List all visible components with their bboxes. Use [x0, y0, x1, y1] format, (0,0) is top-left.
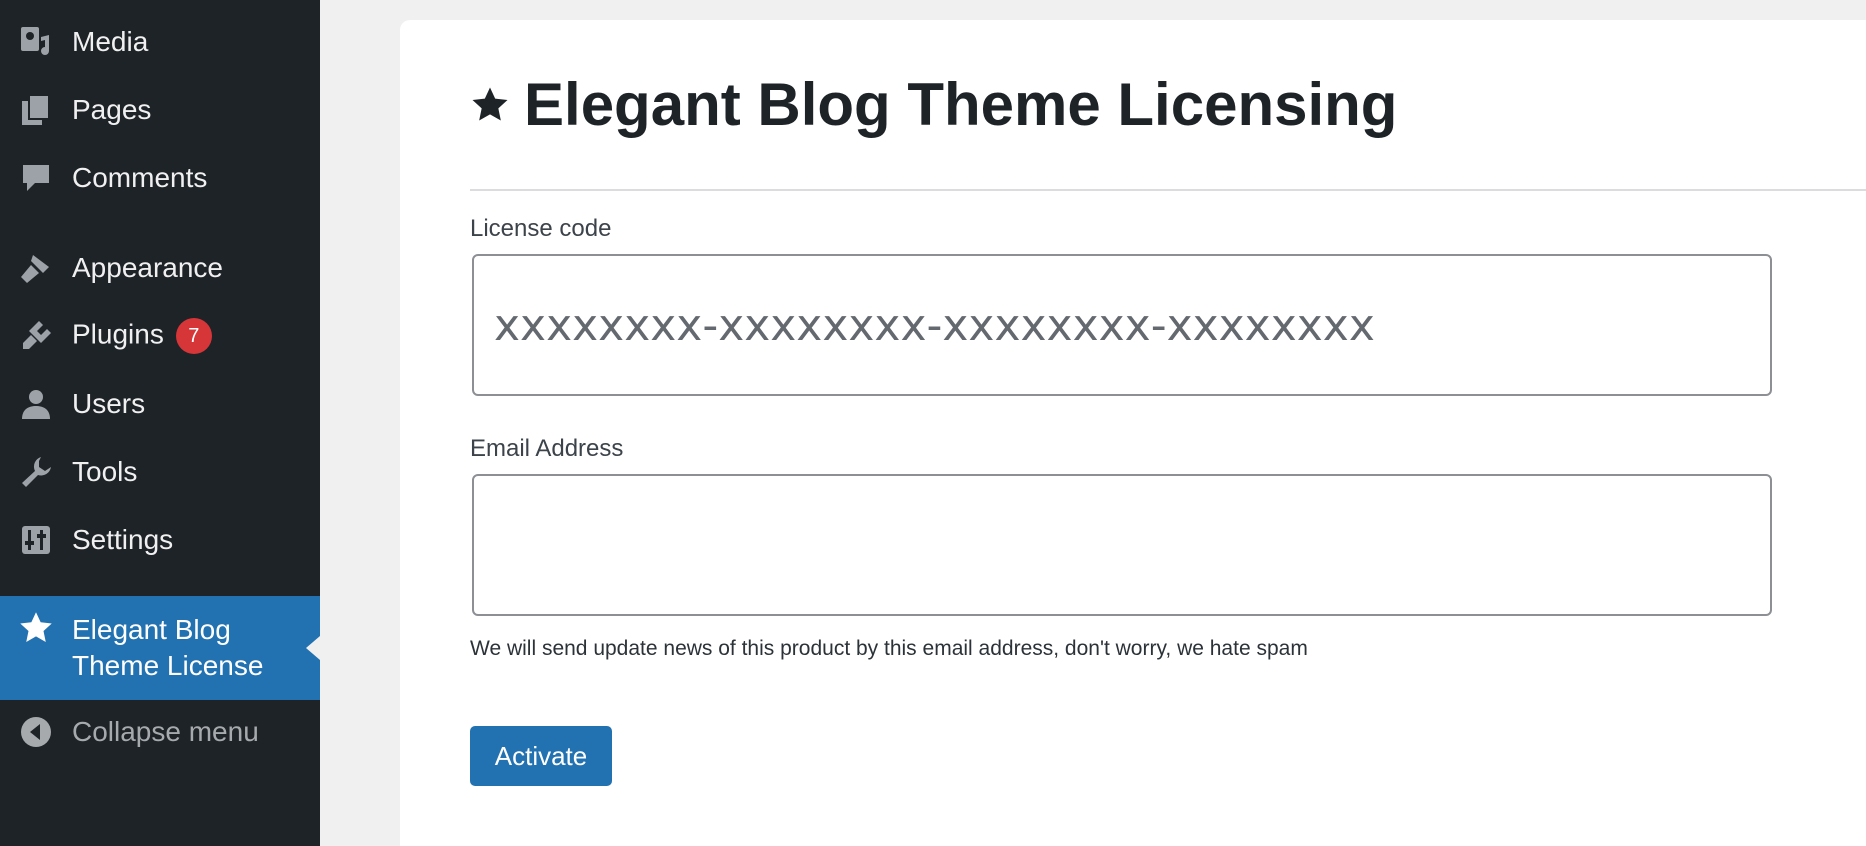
sidebar-item-tools[interactable]: Tools	[0, 442, 320, 502]
page-title-text: Elegant Blog Theme Licensing	[524, 71, 1398, 138]
title-divider	[470, 189, 1866, 191]
sidebar-item-users[interactable]: Users	[0, 374, 320, 434]
collapse-menu-label: Collapse menu	[72, 716, 259, 747]
license-settings-panel: Elegant Blog Theme Licensing License cod…	[400, 20, 1866, 846]
media-icon	[18, 24, 54, 60]
sidebar-item-label: Plugins	[72, 318, 164, 350]
sidebar-item-elegant-blog-theme-license[interactable]: Elegant Blog Theme License	[0, 596, 320, 700]
sidebar-item-pages[interactable]: Pages	[0, 80, 320, 140]
sidebar-item-label: Users	[72, 388, 146, 419]
appearance-brush-icon	[18, 250, 54, 286]
sidebar-item-settings[interactable]: Settings	[0, 510, 320, 570]
sidebar-item-label-line2: Theme License	[72, 650, 264, 681]
sidebar-item-label: Settings	[72, 524, 174, 555]
settings-sliders-icon	[18, 522, 54, 558]
sidebar-item-label: Comments	[72, 162, 208, 193]
sidebar-item-label: Tools	[72, 456, 138, 487]
plugins-icon	[18, 318, 54, 354]
collapse-menu-button[interactable]: Collapse menu	[0, 702, 320, 762]
sidebar-item-plugins[interactable]: Plugins 7	[0, 306, 320, 366]
star-icon	[472, 87, 508, 120]
sidebar-item-appearance[interactable]: Appearance	[0, 238, 320, 298]
sidebar-item-comments[interactable]: Comments	[0, 148, 320, 208]
email-address-label: Email Address	[470, 435, 624, 462]
pages-icon	[18, 92, 54, 128]
activate-button[interactable]: Activate	[470, 726, 612, 786]
page-title: Elegant Blog Theme Licensing	[470, 70, 1397, 139]
comments-icon	[18, 160, 54, 196]
users-icon	[18, 386, 54, 422]
sidebar-item-label: Appearance	[72, 252, 224, 283]
email-hint-text: We will send update news of this product…	[470, 637, 1308, 660]
sidebar-item-media[interactable]: Media	[0, 12, 320, 72]
sidebar-item-label-line1: Elegant Blog	[72, 614, 231, 645]
license-code-input[interactable]	[472, 254, 1772, 396]
current-page-indicator	[306, 636, 320, 660]
update-count-badge: 7	[175, 318, 212, 354]
admin-sidebar: Media Pages Comments Appearance Plugins …	[0, 0, 320, 846]
sidebar-item-label: Media	[72, 26, 149, 57]
sidebar-item-label: Pages	[72, 94, 152, 125]
license-code-label: License code	[470, 215, 612, 242]
star-icon	[18, 610, 54, 646]
collapse-arrow-icon	[18, 714, 54, 750]
email-address-input[interactable]	[472, 474, 1772, 616]
wrench-icon	[18, 454, 54, 490]
